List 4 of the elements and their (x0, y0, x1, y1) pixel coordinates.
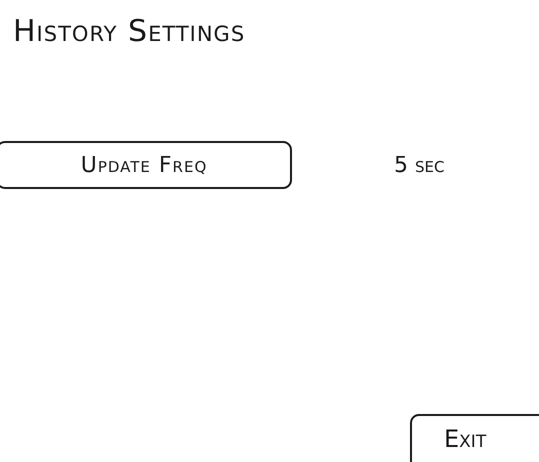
update-frequency-button[interactable]: Update Freq (0, 141, 292, 189)
setting-value: 5 sec (394, 152, 444, 178)
exit-button[interactable]: Exit (410, 414, 539, 462)
screen-title: History Settings (13, 13, 246, 51)
